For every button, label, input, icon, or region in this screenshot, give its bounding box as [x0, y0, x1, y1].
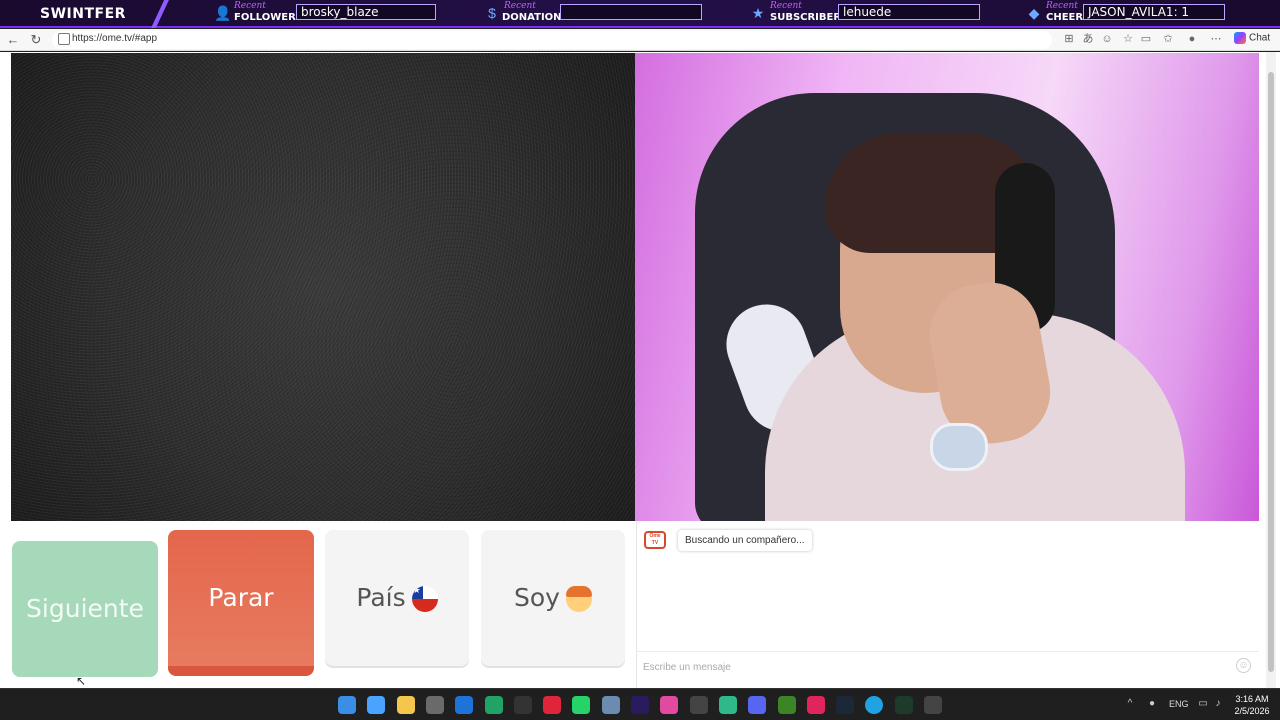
windows-taskbar: ^ ● ENG ▭ ♪ 3:16 AM 2/5/2026: [0, 688, 1280, 720]
overlay-donation: $ Recent DONATION: [484, 1, 704, 26]
gender-button[interactable]: Soy: [481, 530, 625, 666]
country-label: País: [356, 583, 406, 612]
stream-overlay: SWINTFER 👤 Recent FOLLOWER brosky_blaze …: [0, 0, 1280, 28]
cheer-value: JASON_AVILA1: 1: [1083, 4, 1225, 20]
whatsapp-icon[interactable]: [572, 696, 590, 714]
partner-video-static: [11, 53, 635, 521]
translate-icon[interactable]: あ: [1081, 32, 1095, 46]
emoji-icon[interactable]: ☺: [1236, 658, 1251, 673]
video-icon[interactable]: ▭: [1139, 32, 1153, 46]
app-globe-icon[interactable]: [602, 696, 620, 714]
donation-value: [560, 4, 702, 20]
refresh-icon[interactable]: ↻: [28, 32, 44, 48]
subscriber-label: SUBSCRIBER: [770, 12, 842, 23]
status-message: Buscando un compañero...: [678, 530, 812, 551]
site-info-icon[interactable]: [58, 33, 70, 45]
wristwatch: [930, 423, 988, 471]
subscriber-recent: Recent: [770, 1, 802, 11]
app-red-icon[interactable]: [543, 696, 561, 714]
next-button[interactable]: Siguiente: [12, 541, 158, 677]
minecraft-icon[interactable]: [778, 696, 796, 714]
app-green-icon[interactable]: [719, 696, 737, 714]
back-arrow-icon[interactable]: ←: [5, 32, 21, 48]
overlay-slash-decoration: [140, 0, 180, 28]
discord-icon[interactable]: [748, 696, 766, 714]
browser-toolbar: ← ↻ https://ome.tv/#app ⊞ あ ☺ ☆ ▭ ✩ ● ⋯ …: [0, 29, 1280, 51]
overlay-follower: 👤 Recent FOLLOWER brosky_blaze: [214, 1, 438, 26]
ometv-app: Siguiente Parar País Soy Ome TV Buscando…: [0, 52, 1280, 688]
sheets-icon[interactable]: [485, 696, 503, 714]
cheer-gem-icon: ◆: [1028, 5, 1040, 21]
more-menu-icon[interactable]: ⋯: [1209, 32, 1223, 46]
premiere-icon[interactable]: [631, 696, 649, 714]
follower-icon: 👤: [214, 5, 232, 21]
scrollbar-thumb[interactable]: [1268, 72, 1274, 672]
favorites-list-icon[interactable]: ✩: [1161, 32, 1175, 46]
chevron-up-icon[interactable]: ^: [1124, 698, 1136, 710]
microphone-icon[interactable]: ●: [1146, 698, 1158, 710]
overlay-subscriber: ★ Recent SUBSCRIBER lehuede: [750, 1, 982, 26]
app-c-icon[interactable]: [514, 696, 532, 714]
volume-icon[interactable]: ♪: [1212, 698, 1224, 710]
app-grid-icon[interactable]: [690, 696, 708, 714]
clock-date: 2/5/2026: [1234, 706, 1270, 716]
file-explorer-icon[interactable]: [397, 696, 415, 714]
kick-icon[interactable]: [807, 696, 825, 714]
message-bar: ☺: [637, 651, 1259, 681]
donation-recent: Recent: [504, 1, 536, 11]
app-g-icon[interactable]: [924, 696, 942, 714]
overlay-brand: SWINTFER: [40, 6, 126, 22]
cheer-label: CHEER: [1046, 12, 1084, 23]
chat-label: Chat: [1249, 32, 1271, 44]
profile-avatar-icon[interactable]: ●: [1185, 32, 1199, 46]
copilot-chat-button[interactable]: Chat: [1234, 32, 1270, 44]
donation-icon: $: [488, 5, 496, 21]
mouse-cursor-icon: ↖: [76, 674, 87, 688]
cortana-icon[interactable]: [367, 696, 385, 714]
self-webcam-video: [635, 53, 1259, 521]
subscriber-star-icon: ★: [751, 5, 765, 21]
apps-icon[interactable]: ⊞: [1062, 32, 1076, 46]
url-text[interactable]: https://ome.tv/#app: [72, 33, 157, 44]
address-bar[interactable]: https://ome.tv/#app: [52, 31, 1052, 49]
windows-start-icon[interactable]: [338, 696, 356, 714]
overlay-cheer: ◆ Recent CHEER JASON_AVILA1: 1: [1026, 1, 1228, 26]
steam-icon[interactable]: [836, 696, 854, 714]
message-input[interactable]: [643, 659, 1223, 675]
gender-label: Soy: [514, 583, 560, 612]
boy-emoji-icon: [565, 586, 592, 612]
donation-label: DONATION: [502, 12, 562, 23]
copilot-icon: [1234, 32, 1246, 44]
page-scrollbar[interactable]: [1266, 52, 1276, 688]
stop-button[interactable]: Parar: [168, 530, 314, 676]
follower-recent: Recent: [234, 1, 266, 11]
chat-panel: Ome TV Buscando un compañero... ☺: [636, 521, 1259, 688]
app-gradient-icon[interactable]: [660, 696, 678, 714]
clock[interactable]: 3:16 AM 2/5/2026: [1228, 693, 1276, 717]
clock-time: 3:16 AM: [1235, 694, 1269, 704]
edge-icon[interactable]: [865, 696, 883, 714]
store-icon[interactable]: [426, 696, 444, 714]
cheer-recent: Recent: [1046, 1, 1078, 11]
extensions-icon[interactable]: ☺: [1100, 32, 1114, 46]
app-dark-icon[interactable]: [895, 696, 913, 714]
outlook-icon[interactable]: [455, 696, 473, 714]
language-indicator[interactable]: ENG: [1169, 699, 1189, 709]
country-button[interactable]: País: [325, 530, 469, 666]
follower-value: brosky_blaze: [296, 4, 436, 20]
follower-label: FOLLOWER: [234, 12, 296, 23]
display-icon[interactable]: ▭: [1197, 698, 1209, 710]
subscriber-value: lehuede: [838, 4, 980, 20]
favorite-star-icon[interactable]: ☆: [1121, 32, 1135, 46]
ometv-logo-icon: Ome TV: [644, 531, 666, 549]
chile-flag-icon: [411, 586, 438, 612]
